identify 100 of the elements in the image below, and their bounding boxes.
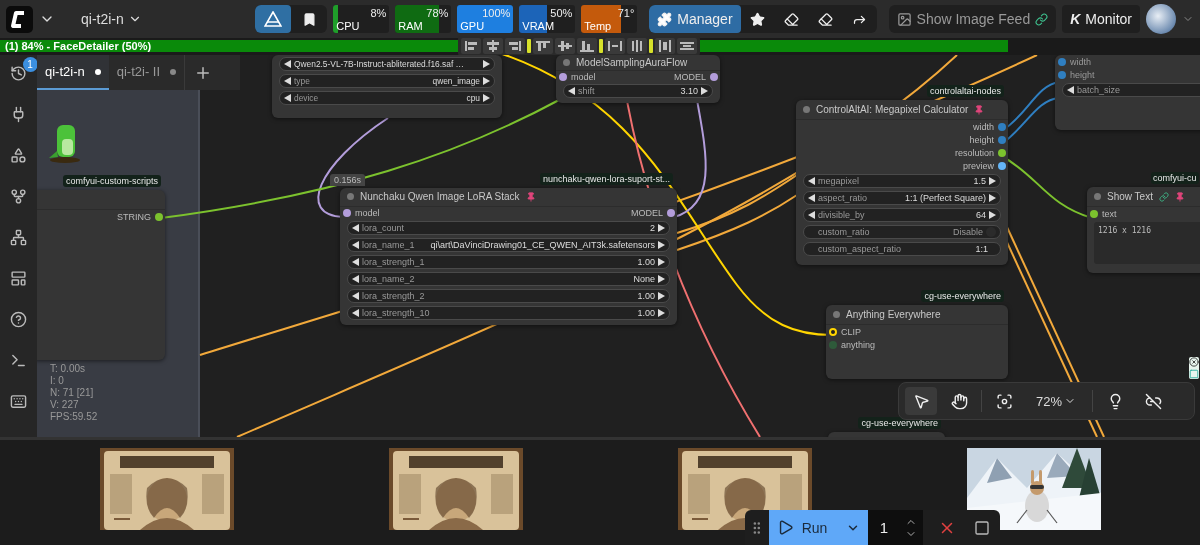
collapse-dot-icon[interactable]	[803, 106, 810, 113]
close-icon[interactable]	[1189, 357, 1199, 367]
alignment-icon[interactable]	[483, 38, 503, 54]
monitor-button[interactable]: K Monitor	[1062, 5, 1140, 33]
output-slot[interactable]: MODEL	[631, 207, 675, 218]
decrement-icon[interactable]	[284, 77, 291, 85]
decrement-icon[interactable]	[352, 292, 359, 300]
help-icon[interactable]	[10, 310, 27, 328]
alignment-icon[interactable]	[555, 38, 575, 54]
increment-icon[interactable]	[658, 292, 665, 300]
alignment-icon[interactable]	[605, 38, 625, 54]
decrement-icon[interactable]	[568, 87, 575, 95]
collapse-dot-icon[interactable]	[833, 311, 840, 318]
decrement-icon[interactable]	[808, 177, 815, 185]
manager-button[interactable]: Manager	[649, 5, 741, 33]
widget-field[interactable]: shift 3.10	[563, 84, 713, 98]
decrement-icon[interactable]	[352, 258, 359, 266]
output-slot[interactable]: preview	[963, 160, 1006, 171]
alignment-icon[interactable]	[461, 38, 481, 54]
workflow-menu[interactable]: qi-t2i-n	[75, 11, 148, 27]
alignment-icon[interactable]	[655, 38, 675, 54]
keyboard-icon[interactable]	[10, 392, 27, 410]
increment-icon[interactable]	[658, 275, 665, 283]
widget-field[interactable]: Qwen2.5-VL-7B-Instruct-abliterated.f16.saf …	[279, 57, 495, 71]
app-logo-button[interactable]	[255, 5, 292, 33]
increment-icon[interactable]	[989, 177, 996, 185]
widget-field[interactable]: device cpu	[279, 91, 495, 105]
output-slot[interactable]: MODEL	[674, 71, 718, 82]
input-slot[interactable]: model	[343, 207, 380, 218]
alignment-icon[interactable]	[627, 38, 647, 54]
widget-field[interactable]: megapixel 1.5	[803, 174, 1001, 188]
network-icon[interactable]	[10, 228, 27, 246]
pin-icon[interactable]	[1174, 191, 1185, 202]
input-slot[interactable]: text	[1090, 208, 1117, 219]
decrement-icon[interactable]	[352, 275, 359, 283]
alignment-icon[interactable]	[677, 38, 697, 54]
node-title: Show Text	[1107, 191, 1153, 202]
widget-field[interactable]: aspect_ratio 1:1 (Perfect Square)	[803, 191, 1001, 205]
widget-field[interactable]: batch_size	[1062, 83, 1200, 97]
user-avatar[interactable]	[1146, 4, 1176, 34]
widget-field[interactable]: divisible_by 64	[803, 208, 1001, 222]
widget-field[interactable]: lora_strength_1 1.00	[347, 255, 670, 269]
text-area[interactable]: 1216 x 1216	[1094, 222, 1200, 264]
widget-field[interactable]: type qwen_image	[279, 74, 495, 88]
increment-icon[interactable]	[989, 194, 996, 202]
decrement-icon[interactable]	[1067, 86, 1074, 94]
alignment-icon[interactable]	[505, 38, 525, 54]
decrement-icon[interactable]	[284, 94, 291, 102]
run-button[interactable]: Run	[768, 510, 868, 545]
output-slot[interactable]: height	[969, 134, 1006, 145]
shapes-icon[interactable]	[10, 146, 27, 164]
widget-field[interactable]: lora_count 2	[347, 221, 670, 235]
zoom-menu[interactable]: 72%	[1026, 392, 1086, 410]
widget-field[interactable]: lora_name_2 None	[347, 272, 670, 286]
decrement-icon[interactable]	[352, 309, 359, 317]
increment-icon[interactable]	[483, 77, 490, 85]
output-slot[interactable]: resolution	[954, 147, 1006, 158]
select-tool-button[interactable]	[905, 387, 937, 415]
collapse-dot-icon[interactable]	[347, 193, 354, 201]
widget-field[interactable]: lora_strength_2 1.00	[347, 289, 670, 303]
alignment-icon[interactable]	[533, 38, 553, 54]
input-slot[interactable]: model	[559, 71, 596, 82]
indicator-mark	[599, 39, 603, 53]
widget-field[interactable]: lora_strength_10 1.00	[347, 306, 670, 320]
decrement-icon[interactable]	[808, 194, 815, 202]
increment-icon[interactable]	[701, 87, 708, 95]
history-icon[interactable]	[10, 64, 27, 82]
increment-icon[interactable]	[658, 258, 665, 266]
collapse-dot-icon[interactable]	[1094, 193, 1101, 200]
alignment-icon[interactable]	[577, 38, 597, 54]
widget-field[interactable]: custom_aspect_ratio 1:1	[803, 242, 1001, 256]
output-slot[interactable]: STRING	[117, 211, 163, 222]
stats-line: V: 227	[50, 399, 80, 411]
workflow-tab[interactable]: qi-t2i-n	[37, 55, 109, 90]
output-slot[interactable]: width	[973, 121, 1006, 132]
layout-icon[interactable]	[10, 269, 27, 287]
input-slot[interactable]: anything	[829, 339, 876, 350]
collapse-dot-icon[interactable]	[563, 59, 570, 67]
increment-icon[interactable]	[658, 224, 665, 232]
image-feed-button[interactable]: Show Image Feed	[888, 5, 1057, 33]
pin-icon[interactable]	[525, 191, 536, 202]
graph-node[interactable]: ModelSamplingAuraFlow model MODEL shift 3.10	[556, 55, 720, 103]
increment-icon[interactable]	[989, 211, 996, 219]
decrement-icon[interactable]	[352, 224, 359, 232]
meter-reading: 8%	[370, 7, 387, 19]
toggle-field[interactable]: custom_ratio Disable	[803, 225, 1001, 239]
increment-icon[interactable]	[658, 241, 665, 249]
branch-icon[interactable]	[10, 187, 27, 205]
decrement-icon[interactable]	[352, 241, 359, 249]
input-slot[interactable]: CLIP	[829, 326, 861, 337]
increment-icon[interactable]	[658, 309, 665, 317]
pin-icon[interactable]	[974, 104, 985, 115]
logo-icon[interactable]	[6, 5, 33, 33]
toggle-knob[interactable]	[986, 227, 996, 237]
graph-node[interactable]: Qwen2.5-VL-7B-Instruct-abliterated.f16.saf … type qwen_image device cpu	[272, 55, 502, 118]
increment-icon[interactable]	[483, 94, 490, 102]
increment-icon[interactable]	[483, 60, 490, 68]
widget-field[interactable]: lora_name_1 qi\art\DaVinciDrawing01_CE_QWEN_AIT3k.safetensors	[347, 238, 670, 252]
decrement-icon[interactable]	[808, 211, 815, 219]
decrement-icon[interactable]	[284, 60, 291, 68]
